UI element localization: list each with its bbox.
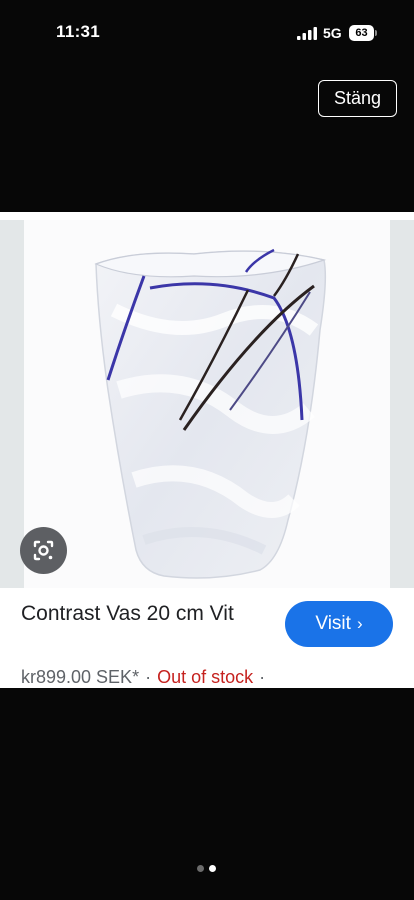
separator-dot-trailing: ·	[259, 667, 266, 687]
product-card[interactable]: Contrast Vas 20 cm Vit Visit › kr899.00 S…	[0, 212, 414, 688]
cellular-signal-icon	[297, 27, 317, 40]
page-indicator	[197, 865, 217, 873]
network-label: 5G	[323, 25, 342, 41]
visit-button[interactable]: Visit ›	[285, 601, 393, 647]
lens-search-button[interactable]	[20, 527, 67, 574]
status-bar: 11:31 5G 63	[0, 0, 414, 66]
close-button[interactable]: Stäng	[318, 80, 397, 117]
screen: 11:31 5G 63 Stäng Contrast Vas 20 cm Vit…	[0, 0, 414, 900]
price-row: kr899.00 SEK* · Out of stock ·	[21, 666, 271, 688]
page-dot[interactable]	[197, 865, 204, 872]
price: kr899.00 SEK*	[21, 667, 140, 687]
product-title[interactable]: Contrast Vas 20 cm Vit	[21, 600, 261, 628]
separator-dot: ·	[145, 667, 152, 687]
status-time: 11:31	[56, 22, 101, 41]
chevron-right-icon: ›	[356, 614, 363, 633]
battery-tip	[375, 30, 377, 36]
visit-label: Visit	[315, 613, 351, 634]
image-area	[0, 220, 414, 588]
battery-level: 63	[349, 25, 374, 41]
page-dot-active[interactable]	[209, 865, 216, 872]
next-image-peek[interactable]	[390, 220, 414, 588]
stock-status: Out of stock	[157, 667, 254, 687]
lens-camera-icon	[33, 540, 54, 561]
previous-image-peek[interactable]	[0, 220, 24, 588]
vase-image[interactable]	[24, 220, 390, 588]
battery-icon: 63	[349, 25, 377, 41]
